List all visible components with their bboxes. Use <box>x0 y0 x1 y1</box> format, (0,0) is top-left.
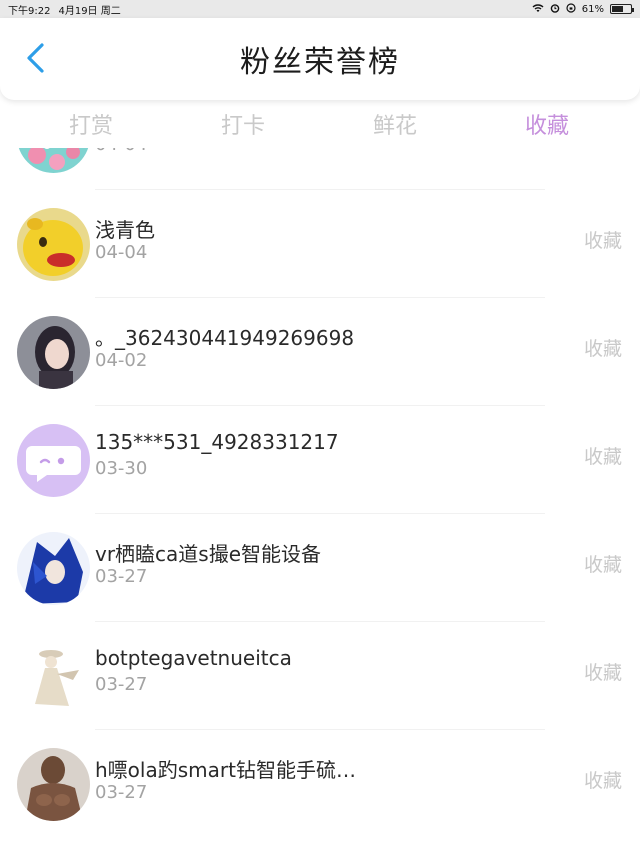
tab-checkin[interactable]: 打卡 <box>167 108 319 140</box>
fan-name: 。_362430441949269698 <box>95 326 355 350</box>
status-bar: 下午9:22 4月19日 周二 61% <box>0 0 640 18</box>
list-item[interactable]: vr栖瞌ca道s撮e智能设备 03-27 收藏 <box>0 514 640 622</box>
battery-fill <box>612 6 623 12</box>
fan-date: 04-02 <box>95 350 148 371</box>
fan-name: h嘌ola趵smart钻智能手硫… <box>95 758 356 782</box>
fan-name: botptegavetnueitca <box>95 646 292 670</box>
fan-list[interactable]: 04-04 收藏 浅青色 04-04 收藏 <box>0 148 640 853</box>
favorite-label: 收藏 <box>583 338 622 360</box>
tab-bar: 打赏 打卡 鲜花 收藏 <box>0 100 640 148</box>
back-arrow-icon <box>25 42 45 78</box>
status-right: 61% <box>532 2 634 16</box>
fan-date: 04-04 <box>95 242 148 263</box>
avatar-muscle-man <box>17 748 90 821</box>
alarm-icon <box>550 3 560 16</box>
list-item[interactable]: 。_362430441949269698 04-02 收藏 <box>0 298 640 406</box>
list-item[interactable]: 04-04 收藏 <box>0 148 640 190</box>
favorite-label: 收藏 <box>583 662 622 684</box>
back-button[interactable] <box>18 40 52 80</box>
list-item[interactable]: 135***531_4928331217 03-30 收藏 <box>0 406 640 514</box>
avatar-girl-portrait <box>17 316 90 389</box>
tab-flowers[interactable]: 鲜花 <box>319 108 471 140</box>
list-item[interactable]: h嘌ola趵smart钻智能手硫… 03-27 收藏 <box>0 730 640 838</box>
fan-name: 浅青色 <box>95 218 155 242</box>
status-left: 下午9:22 4月19日 周二 <box>8 2 121 17</box>
avatar-white-dancer <box>17 640 90 713</box>
favorite-label: 收藏 <box>583 230 622 252</box>
favorite-label: 收藏 <box>583 554 622 576</box>
tab-reward[interactable]: 打赏 <box>15 108 167 140</box>
list-item[interactable]: botptegavetnueitca 03-27 收藏 <box>0 622 640 730</box>
tab-favorites[interactable]: 收藏 <box>471 108 623 140</box>
battery-icon <box>610 4 634 14</box>
list-item[interactable]: 浅青色 04-04 收藏 <box>0 190 640 298</box>
rotation-lock-icon <box>566 2 576 16</box>
fan-name: vr栖瞌ca道s撮e智能设备 <box>95 542 322 566</box>
fan-name: 135***531_4928331217 <box>95 430 339 454</box>
avatar-flowers <box>17 148 90 173</box>
fan-date: 03-27 <box>95 674 148 695</box>
battery-percent: 61% <box>581 3 604 15</box>
avatar-blue-anime <box>17 532 90 605</box>
fan-date: 03-27 <box>95 782 148 803</box>
fan-date: 03-27 <box>95 566 148 587</box>
favorite-label: 收藏 <box>583 446 622 468</box>
fan-date: 03-30 <box>95 458 148 479</box>
status-time: 下午9:22 <box>8 5 51 17</box>
avatar-yellow-plush <box>17 208 90 281</box>
header-bar: 粉丝荣誉榜 <box>0 18 640 100</box>
status-date: 4月19日 周二 <box>58 5 121 17</box>
page-title: 粉丝荣誉榜 <box>240 45 400 80</box>
avatar-purple-chat-bubble <box>17 424 90 497</box>
wifi-icon <box>532 3 544 16</box>
fan-date: 04-04 <box>95 148 147 155</box>
favorite-label: 收藏 <box>583 770 622 792</box>
